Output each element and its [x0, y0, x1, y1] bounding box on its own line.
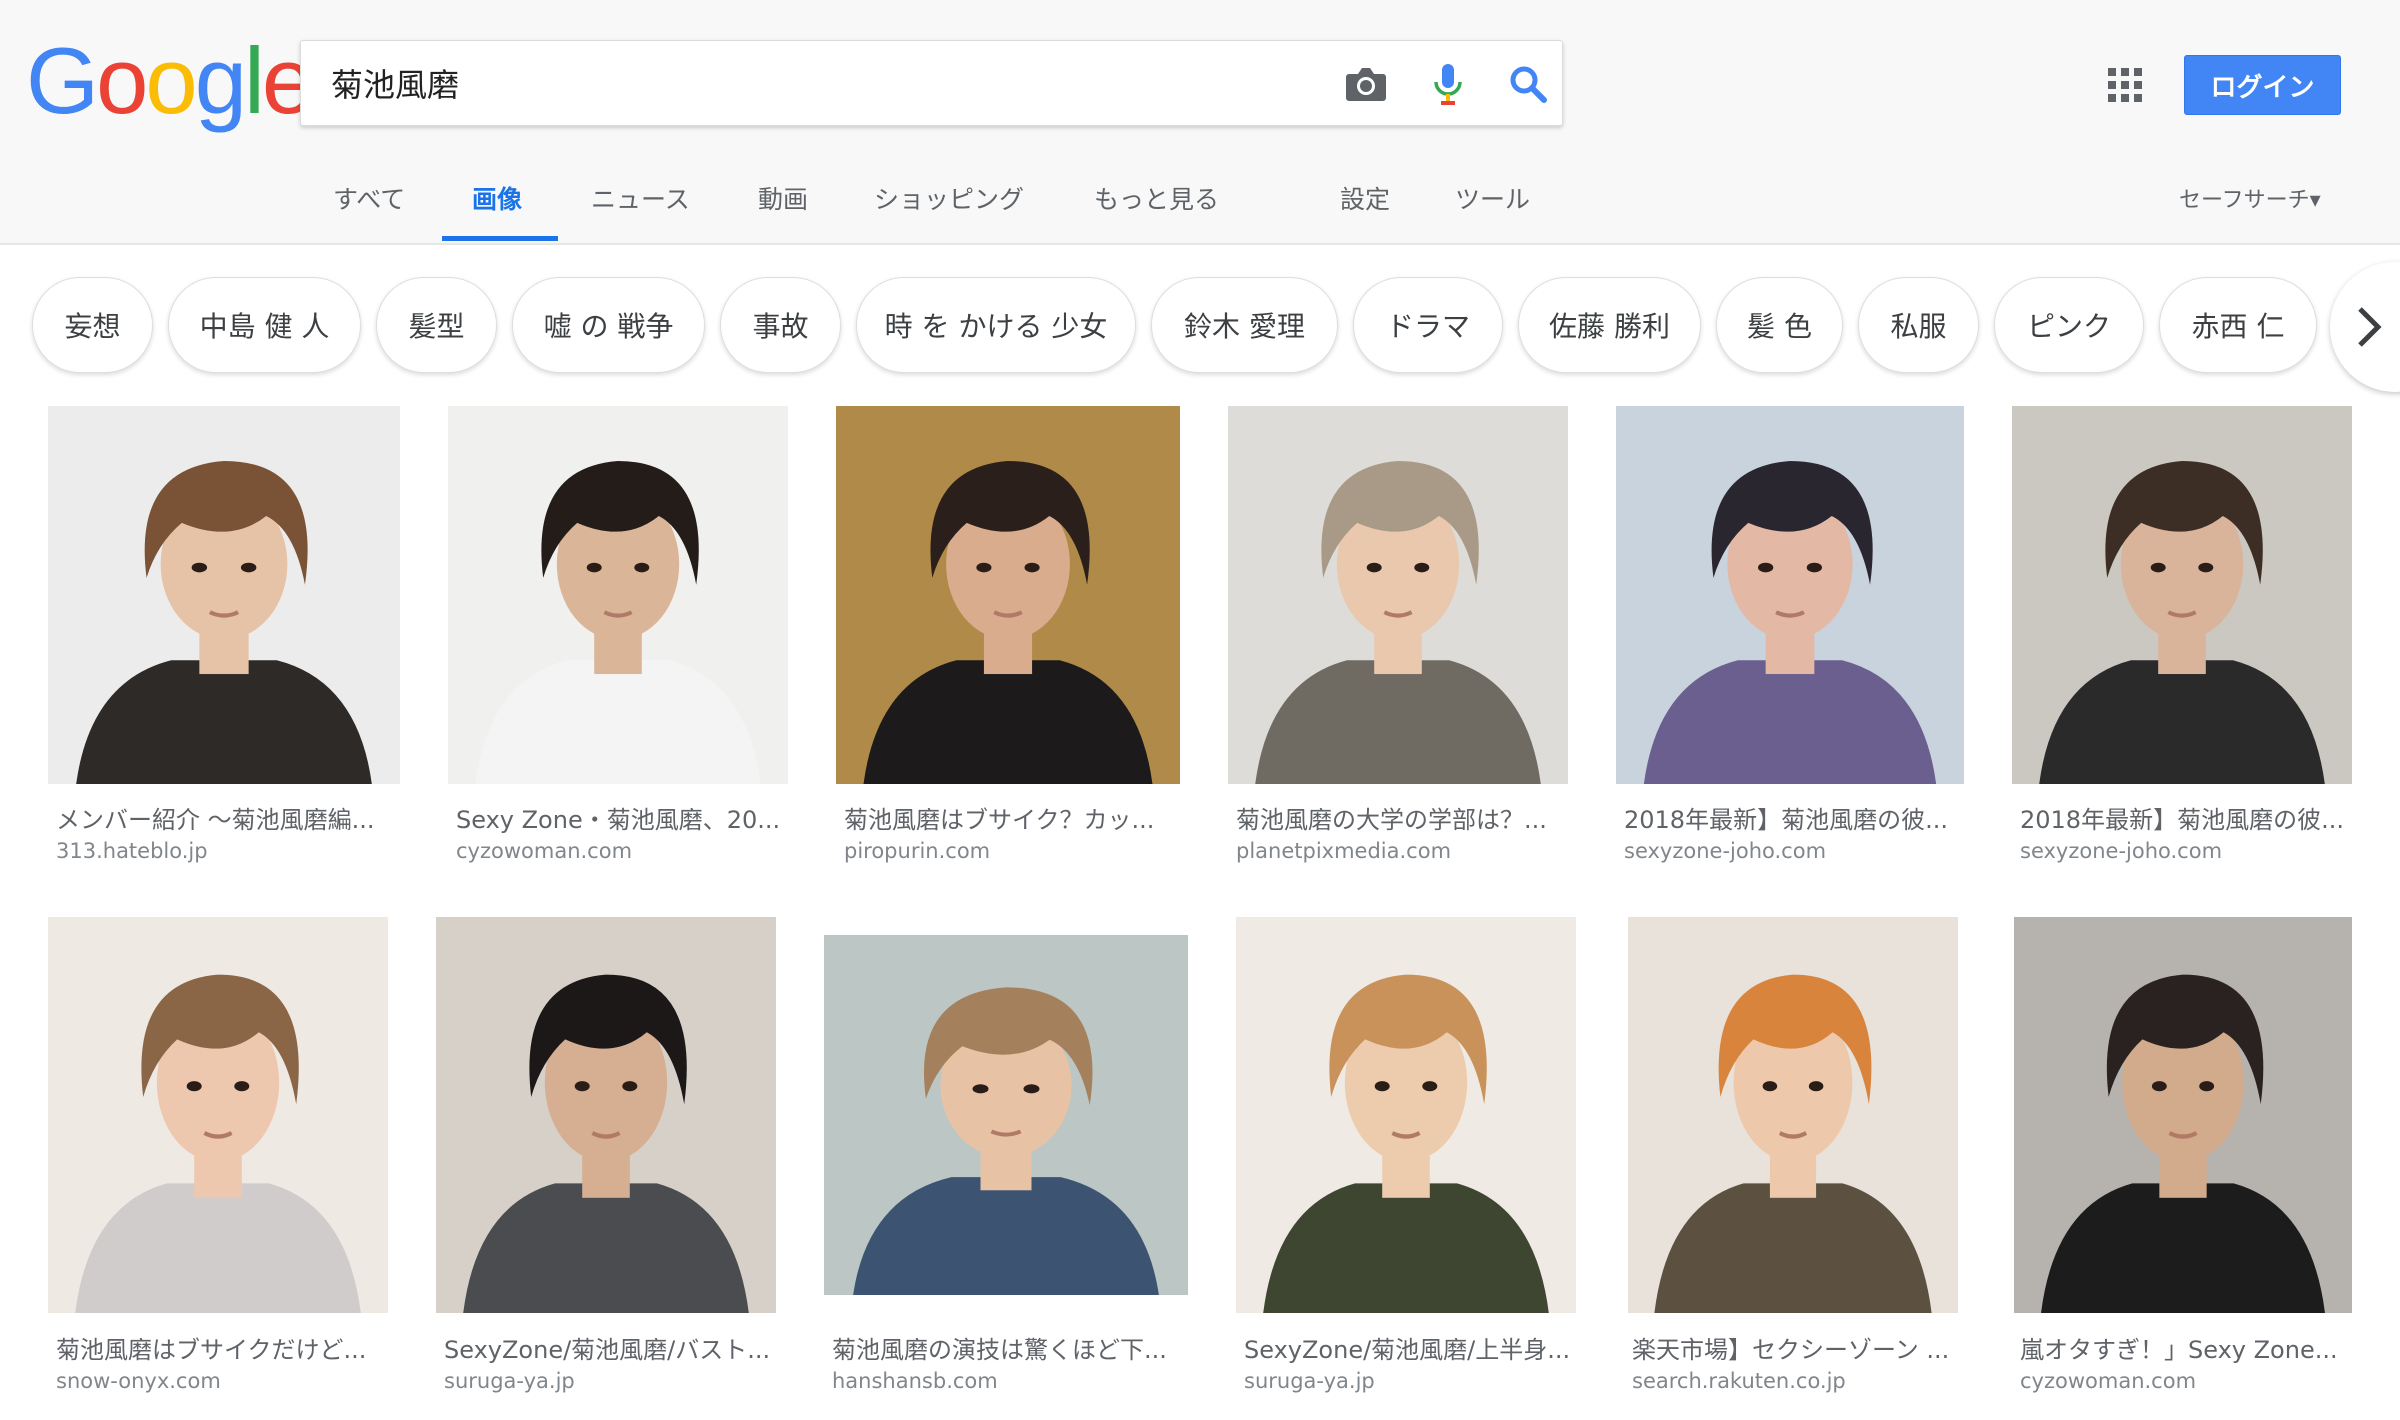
chevron-right-icon: [2358, 307, 2382, 347]
result-title[interactable]: 菊池風磨の大学の学部は？...: [1236, 800, 1581, 835]
image-result-thumbnail[interactable]: [48, 917, 388, 1313]
apps-grid-icon[interactable]: [2108, 68, 2142, 102]
result-site[interactable]: snow-onyx.com: [56, 1369, 221, 1393]
chip-related-search[interactable]: 嘘 の 戦争: [512, 277, 705, 373]
chips-next-button[interactable]: [2330, 262, 2400, 392]
image-result-thumbnail[interactable]: [1616, 406, 1964, 784]
logo-letter: o: [96, 28, 148, 133]
result-site[interactable]: piropurin.com: [844, 839, 990, 863]
tab-settings[interactable]: 設定: [1340, 180, 1390, 216]
result-title[interactable]: 2018年最新】菊池風磨の彼...: [2020, 800, 2365, 835]
image-result-thumbnail[interactable]: [436, 917, 776, 1313]
tab-tools[interactable]: ツール: [1455, 180, 1530, 216]
search-box: [300, 40, 1563, 126]
result-site[interactable]: cyzowoman.com: [456, 839, 632, 863]
result-title[interactable]: メンバー紹介 〜菊池風磨編...: [56, 800, 401, 835]
result-title[interactable]: 菊池風磨の演技は驚くほど下...: [832, 1330, 1177, 1365]
header-bar: Google ログイン すべて 画像 ニュース 動画 ショッピング もっと見る …: [0, 0, 2400, 245]
chip-related-search[interactable]: 佐藤 勝利: [1518, 277, 1701, 373]
image-result-thumbnail[interactable]: [824, 935, 1188, 1295]
image-result-thumbnail[interactable]: [1236, 917, 1576, 1313]
result-title[interactable]: SexyZone/菊池風磨/上半身...: [1244, 1330, 1589, 1365]
result-title[interactable]: 菊池風磨はブサイクだけど...: [56, 1330, 401, 1365]
tab-shopping[interactable]: ショッピング: [874, 180, 1024, 216]
tab-images[interactable]: 画像: [472, 180, 522, 216]
logo-letter: g: [194, 28, 247, 133]
result-site[interactable]: hanshansb.com: [832, 1369, 998, 1393]
image-result-thumbnail[interactable]: [48, 406, 400, 784]
logo-letter: o: [145, 28, 197, 133]
portrait-photo: [1228, 406, 1568, 784]
chip-related-search[interactable]: 事故: [720, 277, 841, 373]
result-title[interactable]: 菊池風磨はブサイク？カッ...: [844, 800, 1189, 835]
portrait-photo: [436, 917, 776, 1313]
camera-icon[interactable]: [1343, 61, 1389, 107]
portrait-photo: [1628, 917, 1958, 1313]
portrait-photo: [1616, 406, 1964, 784]
tab-all[interactable]: すべて: [333, 180, 405, 216]
result-title[interactable]: Sexy Zone・菊池風磨、20...: [456, 800, 801, 835]
image-result-thumbnail[interactable]: [448, 406, 788, 784]
image-result-thumbnail[interactable]: [1628, 917, 1958, 1313]
search-input[interactable]: [331, 59, 1281, 107]
chip-related-search[interactable]: 髪 色: [1716, 277, 1843, 373]
portrait-photo: [48, 406, 400, 784]
result-title[interactable]: SexyZone/菊池風磨/バスト...: [444, 1330, 789, 1365]
chip-related-search[interactable]: 時 を かける 少女: [856, 277, 1136, 373]
logo-letter: G: [26, 28, 99, 133]
image-result-thumbnail[interactable]: [2012, 406, 2352, 784]
image-result-thumbnail[interactable]: [1228, 406, 1568, 784]
image-result-thumbnail[interactable]: [836, 406, 1180, 784]
tab-more[interactable]: もっと見る: [1094, 180, 1219, 216]
google-logo[interactable]: Google: [26, 28, 314, 133]
portrait-photo: [824, 935, 1188, 1295]
result-site[interactable]: sexyzone-joho.com: [1624, 839, 1826, 863]
tab-videos[interactable]: 動画: [758, 180, 808, 216]
chip-related-search[interactable]: 私服: [1858, 277, 1979, 373]
chip-related-search[interactable]: 妄想: [32, 277, 153, 373]
portrait-photo: [836, 406, 1180, 784]
result-site[interactable]: search.rakuten.co.jp: [1632, 1369, 1846, 1393]
portrait-photo: [2012, 406, 2352, 784]
chip-related-search[interactable]: ピンク: [1994, 277, 2144, 373]
active-tab-indicator: [442, 236, 558, 241]
chip-related-search[interactable]: ドラマ: [1353, 277, 1503, 373]
result-site[interactable]: planetpixmedia.com: [1236, 839, 1451, 863]
result-title[interactable]: 2018年最新】菊池風磨の彼...: [1624, 800, 1969, 835]
search-icon[interactable]: [1505, 61, 1551, 107]
result-site[interactable]: 313.hateblo.jp: [56, 839, 208, 863]
portrait-photo: [48, 917, 388, 1313]
result-site[interactable]: cyzowoman.com: [2020, 1369, 2196, 1393]
result-site[interactable]: suruga-ya.jp: [1244, 1369, 1375, 1393]
safesearch-dropdown[interactable]: セーフサーチ▾: [2179, 182, 2321, 214]
microphone-icon[interactable]: [1425, 61, 1471, 107]
chip-related-search[interactable]: 鈴木 愛理: [1151, 277, 1338, 373]
chip-related-search[interactable]: 髪型: [376, 277, 497, 373]
login-button[interactable]: ログイン: [2184, 55, 2341, 115]
chip-related-search[interactable]: 中島 健 人: [168, 277, 361, 373]
portrait-photo: [2014, 917, 2352, 1313]
result-title[interactable]: 楽天市場】セクシーゾーン ...: [1632, 1330, 1977, 1365]
logo-letter: l: [243, 28, 265, 133]
portrait-photo: [1236, 917, 1576, 1313]
image-result-thumbnail[interactable]: [2014, 917, 2352, 1313]
tab-news[interactable]: ニュース: [591, 180, 690, 216]
chip-related-search[interactable]: 赤西 仁: [2159, 277, 2317, 373]
portrait-photo: [448, 406, 788, 784]
result-title[interactable]: 嵐オタすぎ！」Sexy Zone...: [2020, 1330, 2365, 1365]
result-site[interactable]: suruga-ya.jp: [444, 1369, 575, 1393]
result-site[interactable]: sexyzone-joho.com: [2020, 839, 2222, 863]
